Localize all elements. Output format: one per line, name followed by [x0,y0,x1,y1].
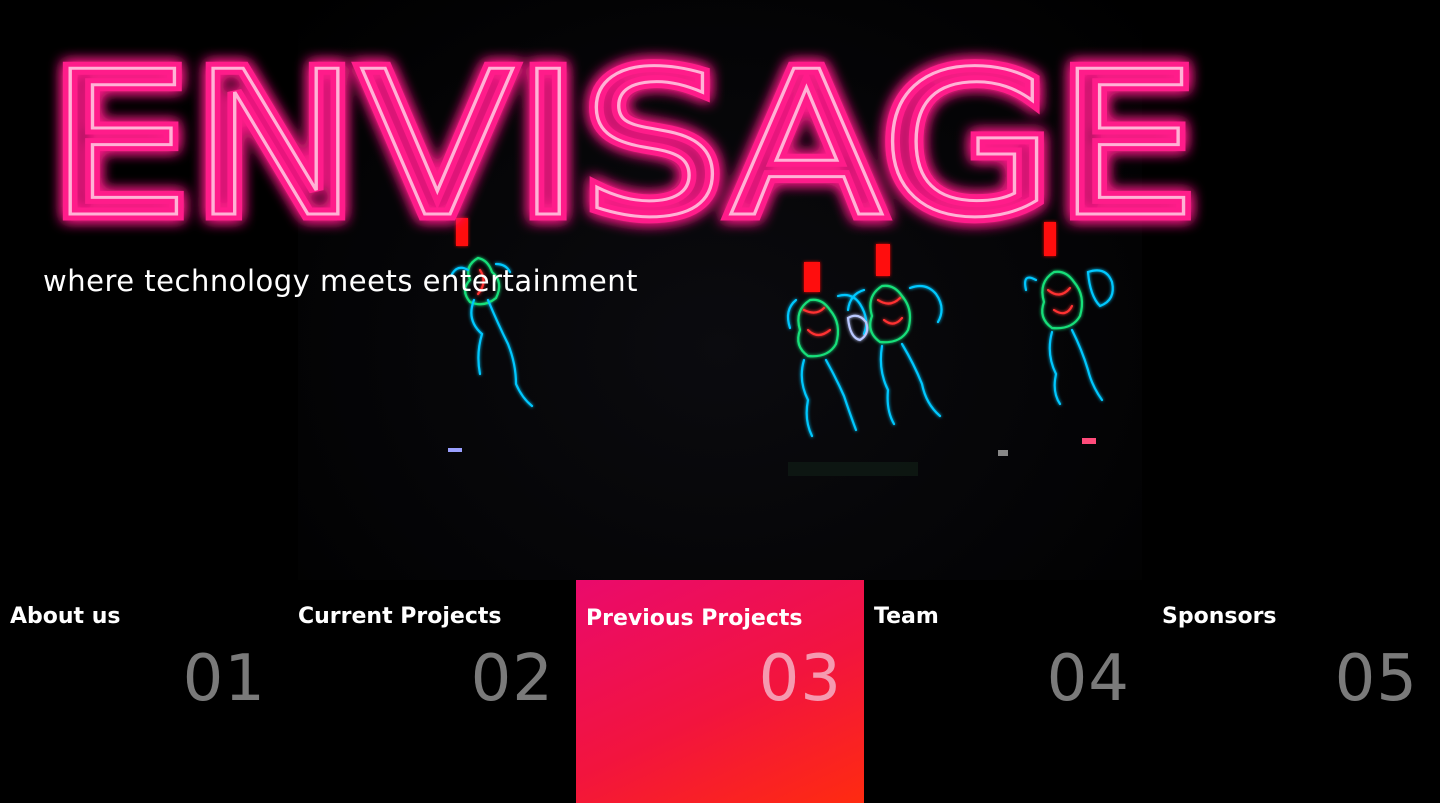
nav-tile-previous-projects[interactable]: Previous Projects 03 [576,580,864,803]
tagline: where technology meets entertainment [43,264,638,298]
neon-logo: ENVISAGE ENVISAGE [40,20,1210,251]
dancer-3 [846,244,943,426]
nav-label: About us [10,604,121,629]
nav-tile-about-us[interactable]: About us 01 [0,580,288,803]
nav-number: 04 [1046,642,1130,716]
nav-tile-current-projects[interactable]: Current Projects 02 [288,580,576,803]
dancer-2 [786,262,869,438]
neon-logo-svg: ENVISAGE ENVISAGE [42,23,1205,251]
nav-label: Previous Projects [586,606,803,631]
nav-tile-team[interactable]: Team 04 [864,580,1152,803]
section-nav: About us 01 Current Projects 02 Previous… [0,580,1440,803]
nav-number: 01 [182,642,266,716]
nav-label: Current Projects [298,604,502,629]
nav-tile-sponsors[interactable]: Sponsors 05 [1152,580,1440,803]
nav-number: 02 [470,642,554,716]
nav-label: Team [874,604,939,629]
nav-number: 05 [1334,642,1418,716]
nav-label: Sponsors [1162,604,1277,629]
brand-title-core: ENVISAGE [48,29,1198,250]
nav-number: 03 [758,642,842,716]
